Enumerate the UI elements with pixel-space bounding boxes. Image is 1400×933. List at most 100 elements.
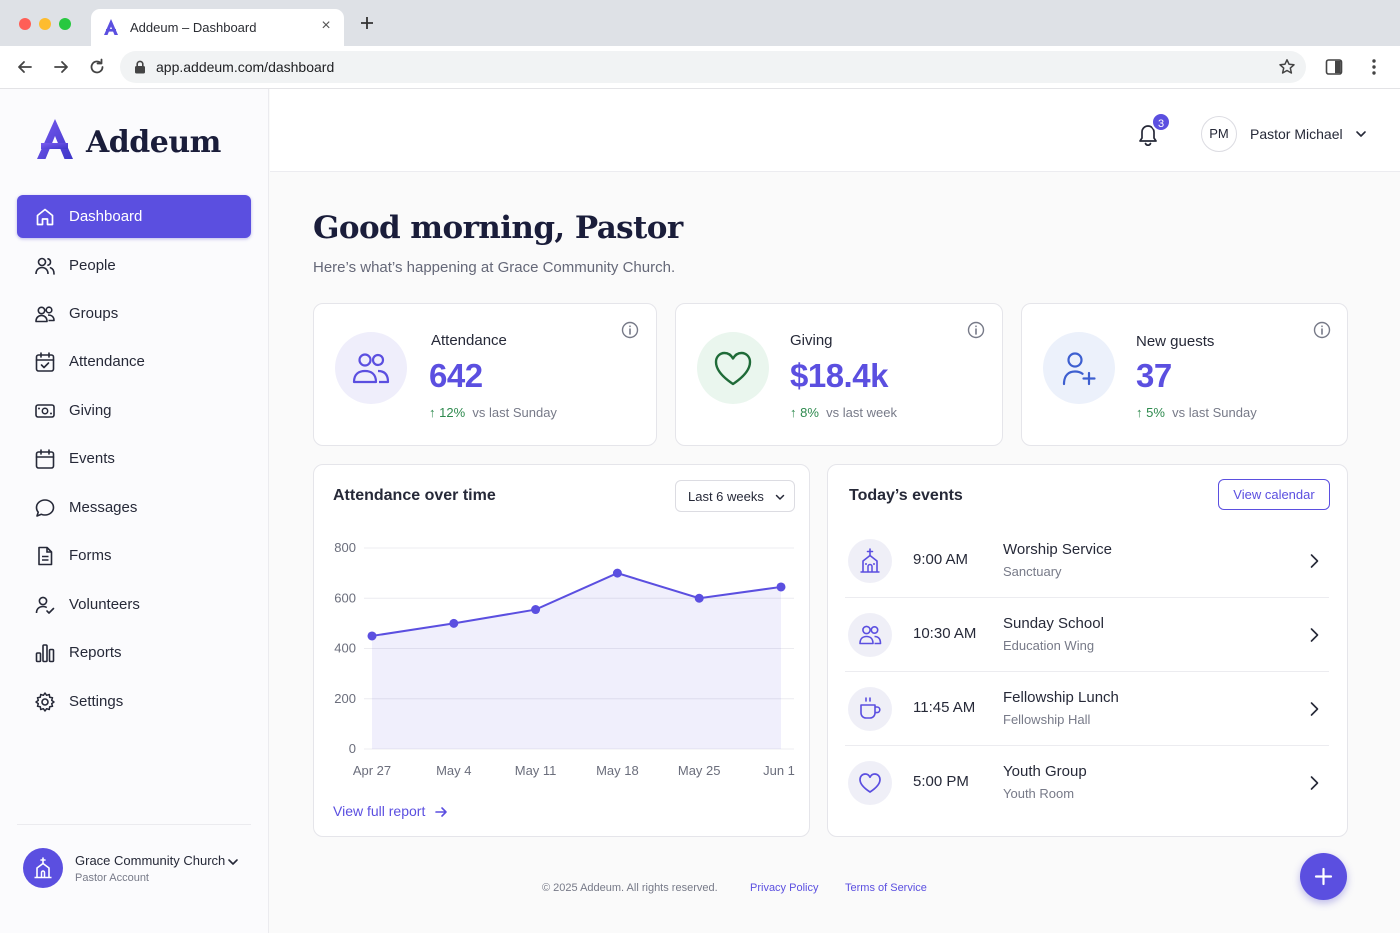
chevron-down-icon[interactable] (1354, 127, 1368, 141)
bar-chart-icon (35, 644, 55, 663)
info-icon[interactable] (967, 321, 985, 339)
people-icon (35, 257, 55, 275)
data-point (776, 582, 786, 592)
close-window-button[interactable] (19, 18, 31, 30)
sidebar-item-label: People (69, 257, 116, 274)
event-time: 10:30 AM (913, 625, 977, 642)
side-panel-icon[interactable] (1325, 58, 1343, 76)
heart-icon (859, 773, 881, 793)
avatar[interactable]: PM (1201, 116, 1237, 152)
attendance-chart-panel: Attendance over time Last 6 weeks 0 200 40… (313, 464, 810, 837)
view-full-report-link[interactable]: View full report (333, 803, 425, 819)
document-icon (38, 546, 53, 566)
chevron-down-icon[interactable] (226, 855, 240, 869)
sidebar-item-label: Forms (69, 547, 112, 564)
giving-stat-card[interactable]: Giving $18.4k ↑ 8% vs last week (675, 303, 1003, 446)
user-name[interactable]: Pastor Michael (1250, 126, 1343, 142)
home-icon (36, 208, 54, 226)
tab-title: Addeum – Dashboard (130, 20, 257, 35)
attendance-stat-card[interactable]: Attendance 642 ↑ 12% vs last Sunday (313, 303, 657, 446)
delta-comparison: vs last Sunday (472, 405, 557, 420)
sidebar-item-settings[interactable]: Settings (17, 680, 251, 723)
x-tick-label: Apr 27 (353, 763, 391, 778)
calendar-check-icon (35, 352, 55, 372)
org-name[interactable]: Grace Community Church (75, 853, 225, 868)
minimize-window-button[interactable] (39, 18, 51, 30)
arrow-right-icon[interactable] (434, 805, 448, 819)
info-icon[interactable] (1313, 321, 1331, 339)
privacy-policy-link[interactable]: Privacy Policy (750, 882, 818, 894)
chevron-right-icon[interactable] (1307, 552, 1321, 570)
delta-percent: 12% (439, 405, 466, 420)
stat-icon-circle (1043, 332, 1115, 404)
add-button[interactable] (1300, 853, 1347, 900)
dollar-icon (35, 404, 55, 418)
x-tick-label: May 4 (436, 763, 471, 778)
stat-label: Attendance (431, 332, 507, 349)
browser-menu-icon[interactable] (1367, 58, 1381, 76)
event-row[interactable]: 9:00 AM Worship Service Sanctuary (845, 524, 1329, 598)
y-tick-label: 200 (334, 691, 356, 706)
event-row[interactable]: 10:30 AM Sunday School Education Wing (845, 598, 1329, 672)
sidebar: Addeum Dashboard People Groups Attendanc… (0, 89, 269, 933)
info-icon[interactable] (621, 321, 639, 339)
terms-of-service-link[interactable]: Terms of Service (845, 882, 927, 894)
back-arrow-icon[interactable] (15, 57, 35, 77)
chevron-right-icon[interactable] (1307, 700, 1321, 718)
data-point (367, 631, 377, 641)
x-tick-label: May 11 (515, 763, 557, 778)
chevron-right-icon[interactable] (1307, 774, 1321, 792)
sidebar-divider (17, 824, 251, 825)
browser-tab[interactable]: Addeum – Dashboard × (91, 9, 344, 46)
sidebar-item-events[interactable]: Events (17, 437, 251, 480)
reload-icon[interactable] (87, 57, 107, 77)
sidebar-item-volunteers[interactable]: Volunteers (17, 583, 251, 626)
sidebar-item-giving[interactable]: Giving (17, 389, 251, 432)
people-icon (859, 625, 882, 645)
sidebar-item-label: Reports (69, 644, 122, 661)
event-row[interactable]: 11:45 AM Fellowship Lunch Fellowship Hal… (845, 672, 1329, 746)
event-row[interactable]: 5:00 PM Youth Group Youth Room (845, 746, 1329, 820)
data-point (449, 618, 459, 628)
close-tab-icon[interactable]: × (318, 17, 334, 35)
stat-value: 642 (429, 357, 483, 394)
event-location: Fellowship Hall (1003, 712, 1091, 727)
sidebar-item-label: Settings (69, 693, 124, 710)
new-guests-stat-card[interactable]: New guests 37 ↑ 5% vs last Sunday (1021, 303, 1348, 446)
new-tab-icon[interactable] (358, 14, 376, 32)
view-calendar-button[interactable]: View calendar (1218, 479, 1330, 510)
addeum-logo-icon (104, 19, 118, 35)
stat-delta: ↑ 5% vs last Sunday (1136, 405, 1257, 420)
chevron-right-icon[interactable] (1307, 626, 1321, 644)
church-icon (34, 857, 52, 879)
sidebar-item-reports[interactable]: Reports (17, 631, 251, 674)
coffee-icon (860, 697, 881, 719)
y-tick-label: 400 (334, 641, 356, 656)
data-point (612, 568, 622, 578)
url-bar[interactable]: app.addeum.com/dashboard (120, 51, 1306, 83)
event-name: Worship Service (1003, 541, 1112, 558)
sidebar-item-people[interactable]: People (17, 244, 251, 287)
forward-arrow-icon[interactable] (51, 57, 71, 77)
sidebar-item-label: Dashboard (69, 208, 143, 225)
event-location: Education Wing (1003, 638, 1095, 653)
sidebar-item-attendance[interactable]: Attendance (17, 340, 251, 383)
bookmark-star-icon[interactable] (1278, 58, 1296, 76)
event-icon-circle (848, 613, 892, 657)
org-avatar[interactable] (23, 848, 63, 888)
y-tick-label: 800 (334, 540, 356, 555)
maximize-window-button[interactable] (59, 18, 71, 30)
stat-icon-circle (335, 332, 407, 404)
chat-icon (35, 499, 55, 517)
sidebar-item-messages[interactable]: Messages (17, 486, 251, 529)
attendance-chart: 0 200 400 600 800 Apr 27 May 4 May 11 May 18 May … (334, 540, 795, 778)
data-point (531, 605, 541, 615)
sidebar-item-groups[interactable]: Groups (17, 292, 251, 335)
footer-copyright: © 2025 Addeum. All rights reserved. (542, 882, 718, 894)
stat-icon-circle (697, 332, 769, 404)
panel-title: Today’s events (849, 487, 963, 504)
sidebar-item-dashboard[interactable]: Dashboard (17, 195, 251, 238)
sidebar-item-forms[interactable]: Forms (17, 534, 251, 577)
event-time: 9:00 AM (913, 551, 969, 568)
notification-badge: 3 (1151, 112, 1171, 132)
